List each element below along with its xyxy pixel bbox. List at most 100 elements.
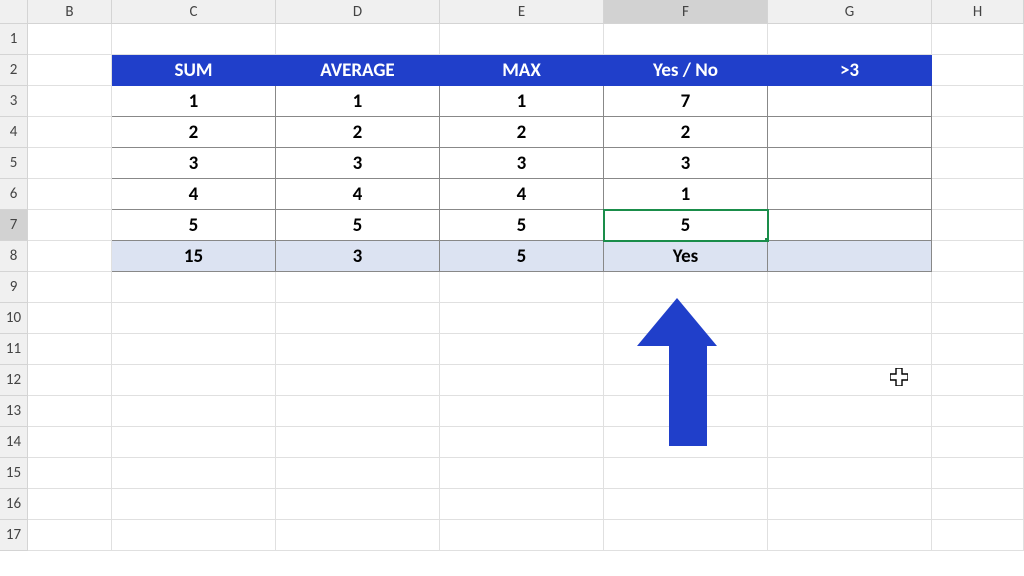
cell-E4[interactable]: 2 xyxy=(440,117,604,148)
cell-G6[interactable] xyxy=(768,179,932,210)
cell-G3[interactable] xyxy=(768,86,932,117)
cell-G4[interactable] xyxy=(768,117,932,148)
cell-G2[interactable]: >3 xyxy=(768,55,932,86)
cell-C14[interactable] xyxy=(112,427,276,458)
cell-D3[interactable]: 1 xyxy=(276,86,440,117)
cell-B17[interactable] xyxy=(28,520,112,551)
cell-C17[interactable] xyxy=(112,520,276,551)
cell-C13[interactable] xyxy=(112,396,276,427)
cell-D7[interactable]: 5 xyxy=(276,210,440,241)
cell-B5[interactable] xyxy=(28,148,112,179)
col-header-H[interactable]: H xyxy=(932,0,1024,24)
cell-B4[interactable] xyxy=(28,117,112,148)
cell-D11[interactable] xyxy=(276,334,440,365)
cell-E2[interactable]: MAX xyxy=(440,55,604,86)
cell-D16[interactable] xyxy=(276,489,440,520)
cell-G1[interactable] xyxy=(768,24,932,55)
spreadsheet-grid[interactable]: B C D E F G H 1 2 SUM AVERAGE MAX Yes / … xyxy=(0,0,1024,576)
fill-handle[interactable] xyxy=(764,237,768,241)
row-header-5[interactable]: 5 xyxy=(0,148,28,179)
cell-B15[interactable] xyxy=(28,458,112,489)
col-header-D[interactable]: D xyxy=(276,0,440,24)
cell-D12[interactable] xyxy=(276,365,440,396)
cell-D14[interactable] xyxy=(276,427,440,458)
cell-E9[interactable] xyxy=(440,272,604,303)
cell-H13[interactable] xyxy=(932,396,1024,427)
cell-B13[interactable] xyxy=(28,396,112,427)
cell-G8[interactable] xyxy=(768,241,932,272)
row-header-9[interactable]: 9 xyxy=(0,272,28,303)
row-header-16[interactable]: 16 xyxy=(0,489,28,520)
row-header-15[interactable]: 15 xyxy=(0,458,28,489)
cell-D6[interactable]: 4 xyxy=(276,179,440,210)
cell-G13[interactable] xyxy=(768,396,932,427)
cell-C3[interactable]: 1 xyxy=(112,86,276,117)
cell-G11[interactable] xyxy=(768,334,932,365)
cell-D4[interactable]: 2 xyxy=(276,117,440,148)
cell-F1[interactable] xyxy=(604,24,768,55)
cell-E13[interactable] xyxy=(440,396,604,427)
cell-C1[interactable] xyxy=(112,24,276,55)
col-header-G[interactable]: G xyxy=(768,0,932,24)
cell-F7[interactable]: 5 xyxy=(604,210,768,241)
cell-C16[interactable] xyxy=(112,489,276,520)
cell-F16[interactable] xyxy=(604,489,768,520)
cell-H1[interactable] xyxy=(932,24,1024,55)
row-header-12[interactable]: 12 xyxy=(0,365,28,396)
cell-F17[interactable] xyxy=(604,520,768,551)
cell-D15[interactable] xyxy=(276,458,440,489)
cell-H12[interactable] xyxy=(932,365,1024,396)
cell-B16[interactable] xyxy=(28,489,112,520)
cell-H17[interactable] xyxy=(932,520,1024,551)
cell-E1[interactable] xyxy=(440,24,604,55)
cell-G9[interactable] xyxy=(768,272,932,303)
row-header-14[interactable]: 14 xyxy=(0,427,28,458)
cell-B14[interactable] xyxy=(28,427,112,458)
cell-E8[interactable]: 5 xyxy=(440,241,604,272)
cell-F6[interactable]: 1 xyxy=(604,179,768,210)
cell-B10[interactable] xyxy=(28,303,112,334)
cell-D17[interactable] xyxy=(276,520,440,551)
col-header-C[interactable]: C xyxy=(112,0,276,24)
cell-C4[interactable]: 2 xyxy=(112,117,276,148)
cell-E16[interactable] xyxy=(440,489,604,520)
cell-H10[interactable] xyxy=(932,303,1024,334)
cell-G17[interactable] xyxy=(768,520,932,551)
cell-C12[interactable] xyxy=(112,365,276,396)
cell-F2[interactable]: Yes / No xyxy=(604,55,768,86)
cell-H4[interactable] xyxy=(932,117,1024,148)
cell-E15[interactable] xyxy=(440,458,604,489)
cell-E12[interactable] xyxy=(440,365,604,396)
cell-B8[interactable] xyxy=(28,241,112,272)
col-header-F[interactable]: F xyxy=(604,0,768,24)
cell-D8[interactable]: 3 xyxy=(276,241,440,272)
row-header-11[interactable]: 11 xyxy=(0,334,28,365)
cell-H14[interactable] xyxy=(932,427,1024,458)
row-header-10[interactable]: 10 xyxy=(0,303,28,334)
cell-B11[interactable] xyxy=(28,334,112,365)
cell-B12[interactable] xyxy=(28,365,112,396)
cell-H6[interactable] xyxy=(932,179,1024,210)
cell-B3[interactable] xyxy=(28,86,112,117)
row-header-3[interactable]: 3 xyxy=(0,86,28,117)
cell-C5[interactable]: 3 xyxy=(112,148,276,179)
cell-G15[interactable] xyxy=(768,458,932,489)
cell-C15[interactable] xyxy=(112,458,276,489)
row-header-6[interactable]: 6 xyxy=(0,179,28,210)
cell-C10[interactable] xyxy=(112,303,276,334)
cell-G7[interactable] xyxy=(768,210,932,241)
cell-C2[interactable]: SUM xyxy=(112,55,276,86)
cell-F4[interactable]: 2 xyxy=(604,117,768,148)
cell-D13[interactable] xyxy=(276,396,440,427)
cell-H11[interactable] xyxy=(932,334,1024,365)
cell-H2[interactable] xyxy=(932,55,1024,86)
row-header-1[interactable]: 1 xyxy=(0,24,28,55)
select-all-corner[interactable] xyxy=(0,0,28,24)
cell-D10[interactable] xyxy=(276,303,440,334)
cell-H9[interactable] xyxy=(932,272,1024,303)
cell-E7[interactable]: 5 xyxy=(440,210,604,241)
row-header-17[interactable]: 17 xyxy=(0,520,28,551)
cell-F8[interactable]: Yes xyxy=(604,241,768,272)
cell-H5[interactable] xyxy=(932,148,1024,179)
cell-E6[interactable]: 4 xyxy=(440,179,604,210)
